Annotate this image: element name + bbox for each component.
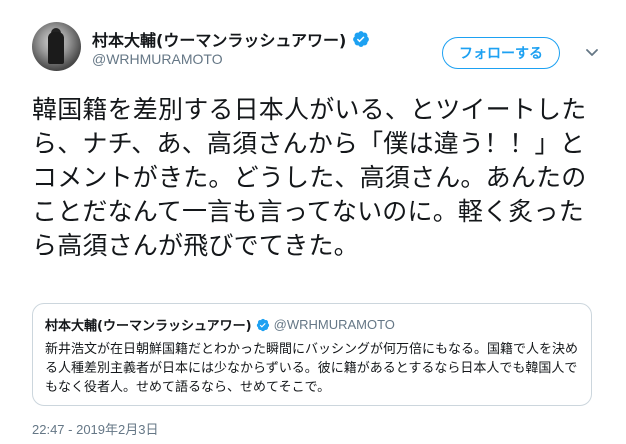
quoted-tweet-text: 新井浩文が在日朝鮮国籍だとわかった瞬間にバッシングが何万倍にもなる。国籍で人を決… (45, 342, 579, 395)
quoted-tweet-header: 村本大輔(ウーマンラッシュアワー) @WRHMURAMOTO (45, 315, 579, 334)
tweet-text: 韓国籍を差別する日本人がいる、とツイートしたら、ナチ、あ、高須さんから「僕は違う… (32, 95, 587, 260)
quoted-tweet[interactable]: 村本大輔(ウーマンラッシュアワー) @WRHMURAMOTO 新井浩文が在日朝鮮… (32, 303, 592, 406)
author-name-row: 村本大輔(ウーマンラッシュアワー) (92, 27, 370, 51)
tweet-timestamp[interactable]: 22:47 - 2019年2月3日 (32, 419, 158, 438)
follow-button[interactable]: フォローする (442, 37, 560, 69)
quoted-author-handle: @WRHMURAMOTO (273, 317, 395, 332)
verified-badge-icon (256, 318, 269, 331)
verified-badge-icon (353, 31, 370, 47)
chevron-down-icon-glyph (586, 49, 598, 56)
quoted-author-display-name: 村本大輔(ウーマンラッシュアワー) (45, 319, 252, 334)
tweet-card: 村本大輔(ウーマンラッシュアワー) @WRHMURAMOTO フォローする 韓国… (0, 0, 626, 444)
author-display-name[interactable]: 村本大輔(ウーマンラッシュアワー) (92, 27, 346, 51)
avatar[interactable] (32, 22, 81, 71)
author-handle[interactable]: @WRHMURAMOTO (92, 51, 223, 67)
avatar-figure (48, 32, 64, 64)
chevron-down-icon[interactable] (582, 43, 602, 63)
